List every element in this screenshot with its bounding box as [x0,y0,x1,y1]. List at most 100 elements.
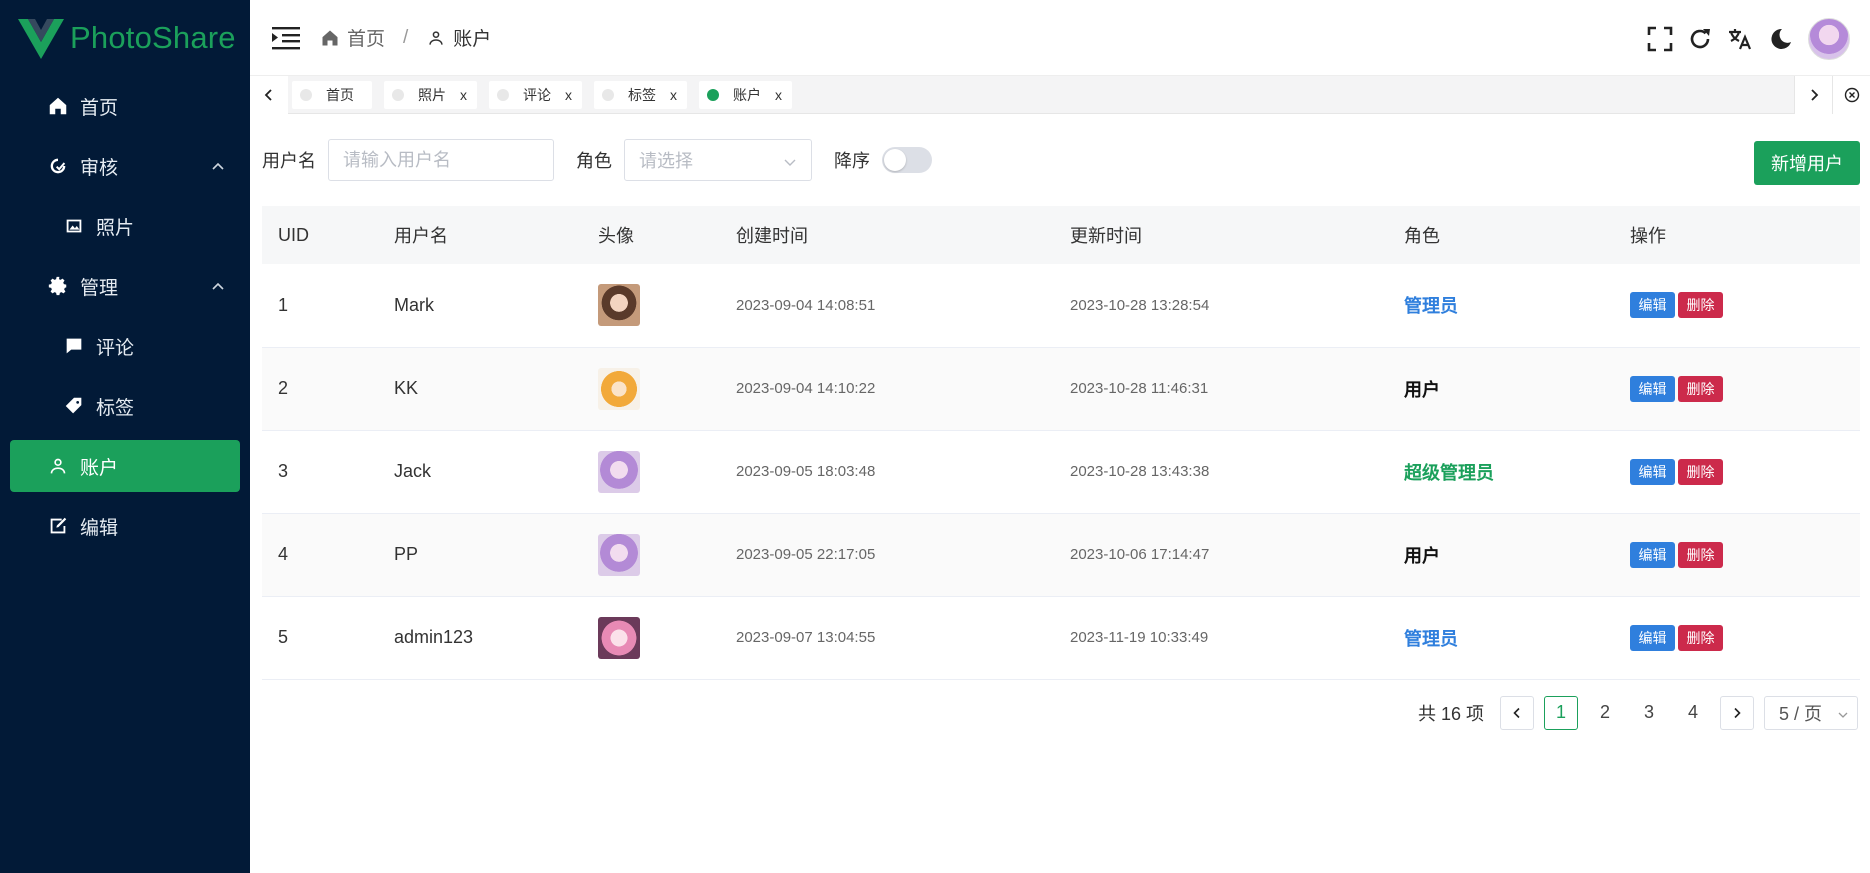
next-page-button[interactable] [1720,695,1754,730]
user-icon [429,30,443,45]
sidebar-item-label: 评论 [96,337,135,359]
tabs-close-all[interactable] [1832,75,1870,114]
breadcrumb-label: 账户 [453,29,492,50]
edit-button[interactable]: 编辑 [1630,624,1675,651]
cell-username: Jack [394,461,432,481]
page-3[interactable]: 3 [1632,696,1666,730]
page-size-value: 5 / 页 [1779,703,1823,724]
cell-role: 管理员 [1388,596,1614,679]
cell-actions: 编辑 删除 [1614,347,1860,430]
cell-avatar [582,264,720,347]
tabs-scroll-right[interactable] [1794,75,1832,114]
sidebar-item-label: 照片 [96,217,135,239]
cell-role: 用户 [1388,347,1614,430]
tab-photos[interactable]: 照片 x [384,80,477,109]
tab-close-button[interactable]: x [460,87,467,103]
delete-button[interactable]: 删除 [1678,624,1723,651]
tab-comments[interactable]: 评论 x [489,80,582,109]
tabs-bar: 首页 照片 x 评论 x 标签 x 账户 x [250,75,1870,114]
table-row: 5 admin123 2023-09-07 13:04:55 2023-11-1… [262,596,1860,679]
delete-button[interactable]: 删除 [1678,541,1723,568]
tag-icon [62,394,86,418]
cell-actions: 编辑 删除 [1614,264,1860,347]
cell-role: 用户 [1388,513,1614,596]
sidebar-item-audit[interactable]: 审核 [0,136,250,196]
role-text: 用户 [1404,545,1440,566]
tab-label: 照片 [418,86,446,103]
sidebar-item-label: 管理 [80,277,119,299]
table-row: 4 PP 2023-09-05 22:17:05 2023-10-06 17:1… [262,513,1860,596]
breadcrumb-current: 账户 [426,24,491,51]
user-avatar-image [598,450,640,493]
delete-button[interactable]: 删除 [1678,292,1723,319]
tab-home[interactable]: 首页 [292,80,372,109]
delete-button[interactable]: 删除 [1678,458,1723,485]
cell-created: 2023-09-04 14:08:51 [736,296,876,314]
cell-created: 2023-09-07 13:04:55 [736,629,876,646]
sidebar-item-edit[interactable]: 编辑 [0,496,250,556]
prev-page-button[interactable] [1500,695,1534,730]
sidebar-item-manage[interactable]: 管理 [0,256,250,316]
fullscreen-button[interactable] [1646,25,1674,53]
sidebar-item-comments[interactable]: 评论 [0,316,250,376]
gear-icon [46,274,70,298]
chevron-left-icon [1513,707,1520,718]
breadcrumb-separator: / [403,26,409,48]
edit-button[interactable]: 编辑 [1630,541,1675,568]
sidebar-item-label: 审核 [80,157,119,179]
role-text: 超级管理员 [1404,462,1494,483]
breadcrumb-label: 首页 [347,29,386,50]
tabs-scroll-left[interactable] [250,75,288,114]
cell-avatar [582,513,720,596]
user-avatar-image [598,616,640,659]
col-avatar: 头像 [598,226,634,246]
cell-updated: 2023-11-19 10:33:49 [1070,629,1209,646]
language-button[interactable] [1726,25,1754,53]
image-icon [62,214,86,238]
tab-close-button[interactable]: x [565,87,572,103]
role-select[interactable]: 请选择 [624,139,812,181]
sidebar-item-account[interactable]: 账户 [10,440,240,492]
edit-button[interactable]: 编辑 [1630,292,1675,319]
tab-label: 评论 [523,86,551,103]
sidebar-item-home[interactable]: 首页 [0,76,250,136]
sidebar-item-tags[interactable]: 标签 [0,376,250,436]
sidebar-item-photos[interactable]: 照片 [0,196,250,256]
col-updated: 更新时间 [1070,226,1142,246]
comment-icon [62,334,86,358]
edit-icon [46,514,70,538]
username-input[interactable] [328,139,554,181]
cell-username: Mark [394,294,434,315]
page-2[interactable]: 2 [1588,696,1622,730]
tabs: 首页 照片 x 评论 x 标签 x 账户 x [288,80,1794,109]
logo[interactable]: PhotoShare [0,0,250,76]
role-text: 管理员 [1404,628,1458,649]
breadcrumb-home[interactable]: 首页 [320,24,385,51]
delete-button[interactable]: 删除 [1678,375,1723,402]
tab-close-button[interactable]: x [775,87,782,103]
sidebar-item-label: 编辑 [80,517,119,539]
page-4[interactable]: 4 [1676,696,1710,730]
cell-username: PP [394,544,419,564]
cell-actions: 编辑 删除 [1614,513,1860,596]
cell-updated: 2023-10-28 13:43:38 [1070,463,1210,480]
refresh-button[interactable] [1686,25,1714,53]
edit-button[interactable]: 编辑 [1630,458,1675,485]
edit-button[interactable]: 编辑 [1630,375,1675,402]
tab-close-button[interactable]: x [670,87,677,103]
user-avatar[interactable] [1808,18,1850,60]
translate-icon [1729,29,1752,50]
cell-updated: 2023-10-06 17:14:47 [1070,546,1210,563]
tab-tags[interactable]: 标签 x [594,80,687,109]
user-icon [46,454,70,478]
desc-switch[interactable] [882,147,932,173]
cell-uid: 5 [278,627,289,647]
page-1[interactable]: 1 [1544,695,1578,730]
tab-account[interactable]: 账户 x [699,80,792,109]
tab-dot [707,88,719,101]
theme-toggle-button[interactable] [1766,25,1794,53]
page-size-select[interactable]: 5 / 页 [1764,695,1858,730]
cell-updated: 2023-10-28 11:46:31 [1070,380,1209,397]
add-user-button[interactable]: 新增用户 [1754,141,1860,185]
menu-fold-icon[interactable] [272,25,300,51]
